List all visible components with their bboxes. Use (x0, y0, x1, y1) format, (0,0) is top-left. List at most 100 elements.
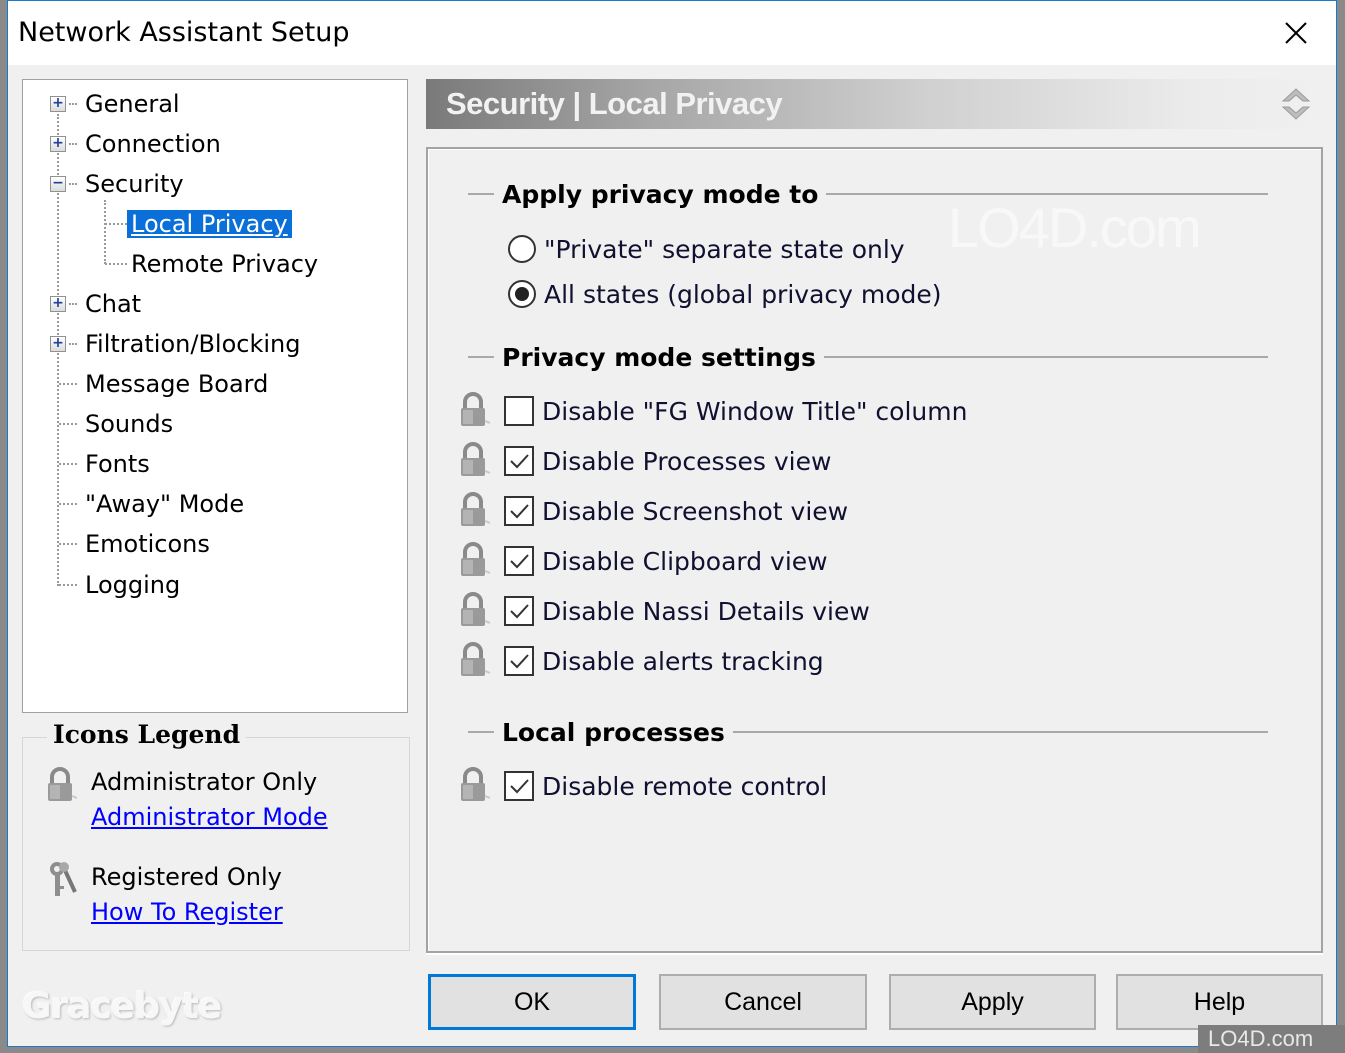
expand-chat-toggle[interactable]: + (50, 296, 66, 312)
lock-icon (461, 492, 490, 526)
checkbox[interactable] (504, 546, 534, 576)
tree-item-label: Connection (85, 130, 221, 158)
section-title: Security | Local Privacy (446, 86, 783, 121)
checkbox-label: Disable Nassi Details view (542, 596, 870, 626)
checkbox[interactable] (504, 446, 534, 476)
checkbox-label: Disable Screenshot view (542, 496, 849, 526)
checkbox[interactable] (504, 646, 534, 676)
tree-item-filtration-blocking[interactable]: Filtration/Blocking (81, 327, 304, 361)
checkmark-icon (510, 454, 529, 469)
tree-item-label: Remote Privacy (131, 250, 319, 278)
setup-dialog: Network Assistant Setup + General + Conn… (7, 0, 1337, 1047)
tree-connector (105, 223, 127, 225)
group-divider (732, 731, 1268, 733)
tree-item-logging[interactable]: Logging (81, 568, 184, 602)
checkbox[interactable] (504, 771, 534, 801)
tree-item-remote-privacy[interactable]: Remote Privacy (127, 247, 322, 281)
tree-item-sounds[interactable]: Sounds (81, 407, 177, 441)
tree-item-general[interactable]: General (81, 87, 184, 121)
tree-item-label: Emoticons (85, 530, 210, 558)
apply-privacy-group-header: Apply privacy mode to (468, 179, 1268, 209)
administrator-mode-link[interactable]: Administrator Mode (91, 803, 328, 831)
checkbox-label: Disable remote control (542, 771, 828, 801)
tree-connector (105, 263, 127, 265)
apply-button[interactable]: Apply (889, 974, 1096, 1030)
tree-connector (69, 343, 77, 345)
checkbox-row[interactable]: Disable Screenshot view (456, 491, 848, 531)
checkmark-icon (510, 504, 529, 519)
local-processes-group-header: Local processes (468, 717, 1268, 747)
lock-icon (461, 442, 490, 476)
lock-icon (461, 392, 490, 426)
checkbox-row[interactable]: Disable alerts tracking (456, 641, 824, 681)
group-title: Local processes (502, 717, 725, 747)
tree-item-label: Filtration/Blocking (85, 330, 301, 358)
checkbox-label: Disable Clipboard view (542, 546, 828, 576)
checkbox-row[interactable]: Disable Nassi Details view (456, 591, 870, 631)
checkmark-icon (510, 779, 529, 794)
tree-item-label: Sounds (85, 410, 174, 438)
legend-title: Icons Legend (47, 720, 247, 749)
tree-item-fonts[interactable]: Fonts (81, 447, 154, 481)
checkbox-row[interactable]: Disable Processes view (456, 441, 831, 481)
how-to-register-link[interactable]: How To Register (91, 898, 283, 926)
checkbox-row[interactable]: Disable remote control (456, 766, 827, 806)
tree-connector (69, 103, 77, 105)
tree-item-label: General (85, 90, 180, 118)
tree-connector (69, 183, 77, 185)
group-divider (468, 356, 494, 358)
lock-icon (461, 767, 490, 801)
tree-item-label: "Away" Mode (85, 490, 245, 518)
tree-item-emoticons[interactable]: Emoticons (81, 527, 214, 561)
keys-icon (50, 862, 77, 896)
tree-connector (104, 200, 106, 264)
expand-general-toggle[interactable]: + (50, 96, 66, 112)
tree-item-away-mode[interactable]: "Away" Mode (81, 487, 248, 521)
lo4d-corner-watermark: LO4D.com (1198, 1025, 1345, 1053)
tree-item-label: Chat (85, 290, 142, 318)
checkbox-row[interactable]: Disable "FG Window Title" column (456, 391, 967, 431)
privacy-settings-group-header: Privacy mode settings (468, 342, 1268, 372)
checkbox[interactable] (504, 396, 534, 426)
cancel-button[interactable]: Cancel (659, 974, 867, 1030)
collapse-arrows-icon[interactable] (1279, 84, 1313, 124)
tree-item-label: Fonts (85, 450, 150, 478)
tree-connector (59, 503, 77, 505)
radio-button[interactable] (508, 235, 536, 263)
title-bar: Network Assistant Setup (8, 1, 1336, 65)
radio-label: "Private" separate state only (544, 234, 905, 264)
radio-private-state-only[interactable]: "Private" separate state only (464, 229, 905, 269)
expand-filtration-toggle[interactable]: + (50, 336, 66, 352)
collapse-security-toggle[interactable]: − (50, 176, 66, 192)
tree-connector (69, 143, 77, 145)
expand-connection-toggle[interactable]: + (50, 136, 66, 152)
checkbox-label: Disable Processes view (542, 446, 832, 476)
gracebyte-logo: Gracebyte (22, 986, 222, 1027)
tree-item-chat[interactable]: Chat (81, 287, 145, 321)
tree-item-local-privacy[interactable]: Local Privacy (127, 207, 292, 241)
settings-tree[interactable]: + General + Connection − Security Local … (22, 79, 408, 713)
radio-all-states[interactable]: All states (global privacy mode) (464, 274, 942, 314)
tree-item-connection[interactable]: Connection (81, 127, 225, 161)
lock-icon (461, 592, 490, 626)
checkbox[interactable] (504, 596, 534, 626)
tree-item-label: Local Privacy (127, 210, 292, 238)
radio-label: All states (global privacy mode) (544, 279, 942, 309)
checkmark-icon (510, 604, 529, 619)
tree-item-message-board[interactable]: Message Board (81, 367, 272, 401)
ok-button[interactable]: OK (428, 974, 636, 1030)
tree-connector (59, 383, 77, 385)
tree-item-label: Security (85, 170, 184, 198)
settings-panel: Apply privacy mode to "Private" separate… (426, 147, 1323, 953)
group-divider (823, 356, 1268, 358)
tree-item-security[interactable]: Security (81, 167, 188, 201)
checkbox-row[interactable]: Disable Clipboard view (456, 541, 828, 581)
group-divider (468, 193, 494, 195)
tree-connector (69, 303, 77, 305)
checkbox[interactable] (504, 496, 534, 526)
lock-icon (461, 542, 490, 576)
checkbox-label: Disable "FG Window Title" column (542, 396, 968, 426)
help-button[interactable]: Help (1116, 974, 1323, 1030)
radio-button[interactable] (508, 280, 536, 308)
close-button[interactable] (1256, 1, 1336, 65)
